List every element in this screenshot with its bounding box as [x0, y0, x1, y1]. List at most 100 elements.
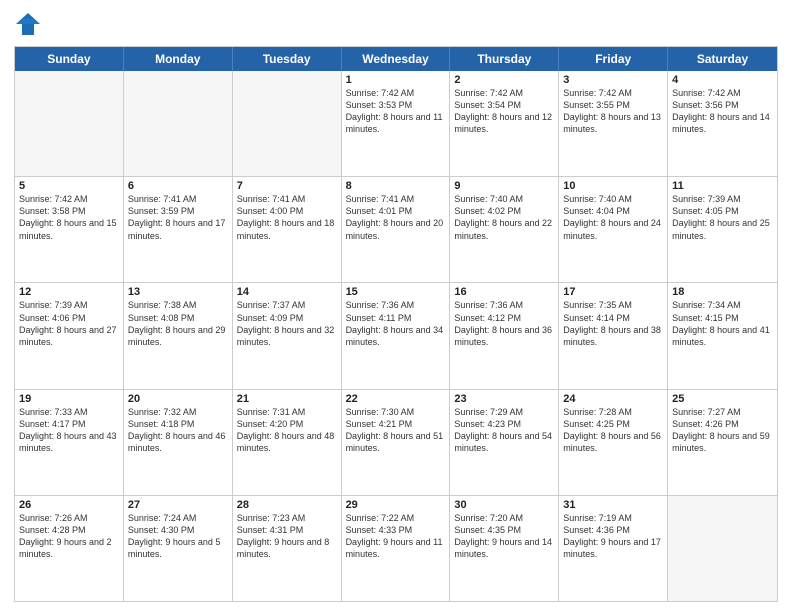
- cal-cell: 1Sunrise: 7:42 AM Sunset: 3:53 PM Daylig…: [342, 71, 451, 176]
- day-number: 12: [19, 286, 119, 298]
- cal-week-4: 19Sunrise: 7:33 AM Sunset: 4:17 PM Dayli…: [15, 389, 777, 495]
- cell-info: Sunrise: 7:20 AM Sunset: 4:35 PM Dayligh…: [454, 512, 554, 561]
- cal-cell: 22Sunrise: 7:30 AM Sunset: 4:21 PM Dayli…: [342, 390, 451, 495]
- day-number: 13: [128, 286, 228, 298]
- cell-info: Sunrise: 7:41 AM Sunset: 4:01 PM Dayligh…: [346, 193, 446, 242]
- cal-cell: 8Sunrise: 7:41 AM Sunset: 4:01 PM Daylig…: [342, 177, 451, 282]
- cal-cell: 2Sunrise: 7:42 AM Sunset: 3:54 PM Daylig…: [450, 71, 559, 176]
- cell-info: Sunrise: 7:31 AM Sunset: 4:20 PM Dayligh…: [237, 406, 337, 455]
- cell-info: Sunrise: 7:41 AM Sunset: 3:59 PM Dayligh…: [128, 193, 228, 242]
- cell-info: Sunrise: 7:32 AM Sunset: 4:18 PM Dayligh…: [128, 406, 228, 455]
- cell-info: Sunrise: 7:27 AM Sunset: 4:26 PM Dayligh…: [672, 406, 773, 455]
- day-number: 29: [346, 499, 446, 511]
- cal-week-1: 1Sunrise: 7:42 AM Sunset: 3:53 PM Daylig…: [15, 71, 777, 176]
- day-number: 2: [454, 74, 554, 86]
- cell-info: Sunrise: 7:39 AM Sunset: 4:06 PM Dayligh…: [19, 299, 119, 348]
- cal-cell: 24Sunrise: 7:28 AM Sunset: 4:25 PM Dayli…: [559, 390, 668, 495]
- day-number: 9: [454, 180, 554, 192]
- day-number: 26: [19, 499, 119, 511]
- day-number: 30: [454, 499, 554, 511]
- cal-header-thursday: Thursday: [450, 47, 559, 71]
- cell-info: Sunrise: 7:42 AM Sunset: 3:56 PM Dayligh…: [672, 87, 773, 136]
- day-number: 31: [563, 499, 663, 511]
- cal-cell: 15Sunrise: 7:36 AM Sunset: 4:11 PM Dayli…: [342, 283, 451, 388]
- cell-info: Sunrise: 7:38 AM Sunset: 4:08 PM Dayligh…: [128, 299, 228, 348]
- cell-info: Sunrise: 7:22 AM Sunset: 4:33 PM Dayligh…: [346, 512, 446, 561]
- day-number: 3: [563, 74, 663, 86]
- day-number: 6: [128, 180, 228, 192]
- day-number: 1: [346, 74, 446, 86]
- cal-week-2: 5Sunrise: 7:42 AM Sunset: 3:58 PM Daylig…: [15, 176, 777, 282]
- cal-cell: 21Sunrise: 7:31 AM Sunset: 4:20 PM Dayli…: [233, 390, 342, 495]
- cal-header-saturday: Saturday: [668, 47, 777, 71]
- cell-info: Sunrise: 7:35 AM Sunset: 4:14 PM Dayligh…: [563, 299, 663, 348]
- cell-info: Sunrise: 7:24 AM Sunset: 4:30 PM Dayligh…: [128, 512, 228, 561]
- day-number: 14: [237, 286, 337, 298]
- cal-cell: 20Sunrise: 7:32 AM Sunset: 4:18 PM Dayli…: [124, 390, 233, 495]
- cell-info: Sunrise: 7:40 AM Sunset: 4:04 PM Dayligh…: [563, 193, 663, 242]
- day-number: 10: [563, 180, 663, 192]
- calendar-header-row: SundayMondayTuesdayWednesdayThursdayFrid…: [15, 47, 777, 71]
- cell-info: Sunrise: 7:33 AM Sunset: 4:17 PM Dayligh…: [19, 406, 119, 455]
- cal-cell: 31Sunrise: 7:19 AM Sunset: 4:36 PM Dayli…: [559, 496, 668, 601]
- day-number: 7: [237, 180, 337, 192]
- cell-info: Sunrise: 7:42 AM Sunset: 3:53 PM Dayligh…: [346, 87, 446, 136]
- cell-info: Sunrise: 7:37 AM Sunset: 4:09 PM Dayligh…: [237, 299, 337, 348]
- cell-info: Sunrise: 7:42 AM Sunset: 3:54 PM Dayligh…: [454, 87, 554, 136]
- cell-info: Sunrise: 7:23 AM Sunset: 4:31 PM Dayligh…: [237, 512, 337, 561]
- cal-header-friday: Friday: [559, 47, 668, 71]
- day-number: 21: [237, 393, 337, 405]
- cal-cell: 30Sunrise: 7:20 AM Sunset: 4:35 PM Dayli…: [450, 496, 559, 601]
- cell-info: Sunrise: 7:19 AM Sunset: 4:36 PM Dayligh…: [563, 512, 663, 561]
- day-number: 19: [19, 393, 119, 405]
- cell-info: Sunrise: 7:29 AM Sunset: 4:23 PM Dayligh…: [454, 406, 554, 455]
- cal-week-3: 12Sunrise: 7:39 AM Sunset: 4:06 PM Dayli…: [15, 282, 777, 388]
- cal-week-5: 26Sunrise: 7:26 AM Sunset: 4:28 PM Dayli…: [15, 495, 777, 601]
- cal-cell: 10Sunrise: 7:40 AM Sunset: 4:04 PM Dayli…: [559, 177, 668, 282]
- cell-info: Sunrise: 7:42 AM Sunset: 3:58 PM Dayligh…: [19, 193, 119, 242]
- cal-header-sunday: Sunday: [15, 47, 124, 71]
- cal-cell: 12Sunrise: 7:39 AM Sunset: 4:06 PM Dayli…: [15, 283, 124, 388]
- cal-header-monday: Monday: [124, 47, 233, 71]
- cal-cell: 28Sunrise: 7:23 AM Sunset: 4:31 PM Dayli…: [233, 496, 342, 601]
- cell-info: Sunrise: 7:34 AM Sunset: 4:15 PM Dayligh…: [672, 299, 773, 348]
- cal-cell: [233, 71, 342, 176]
- cal-header-wednesday: Wednesday: [342, 47, 451, 71]
- cal-cell: 11Sunrise: 7:39 AM Sunset: 4:05 PM Dayli…: [668, 177, 777, 282]
- day-number: 15: [346, 286, 446, 298]
- cal-cell: 18Sunrise: 7:34 AM Sunset: 4:15 PM Dayli…: [668, 283, 777, 388]
- cal-cell: 3Sunrise: 7:42 AM Sunset: 3:55 PM Daylig…: [559, 71, 668, 176]
- day-number: 11: [672, 180, 773, 192]
- day-number: 24: [563, 393, 663, 405]
- cal-cell: [668, 496, 777, 601]
- cal-cell: 29Sunrise: 7:22 AM Sunset: 4:33 PM Dayli…: [342, 496, 451, 601]
- cal-cell: [15, 71, 124, 176]
- day-number: 5: [19, 180, 119, 192]
- day-number: 23: [454, 393, 554, 405]
- logo-icon: [14, 10, 42, 38]
- cell-info: Sunrise: 7:39 AM Sunset: 4:05 PM Dayligh…: [672, 193, 773, 242]
- cal-cell: 19Sunrise: 7:33 AM Sunset: 4:17 PM Dayli…: [15, 390, 124, 495]
- day-number: 16: [454, 286, 554, 298]
- logo: [14, 10, 46, 38]
- cell-info: Sunrise: 7:30 AM Sunset: 4:21 PM Dayligh…: [346, 406, 446, 455]
- cal-cell: 16Sunrise: 7:36 AM Sunset: 4:12 PM Dayli…: [450, 283, 559, 388]
- cell-info: Sunrise: 7:42 AM Sunset: 3:55 PM Dayligh…: [563, 87, 663, 136]
- day-number: 17: [563, 286, 663, 298]
- cell-info: Sunrise: 7:41 AM Sunset: 4:00 PM Dayligh…: [237, 193, 337, 242]
- cal-cell: 7Sunrise: 7:41 AM Sunset: 4:00 PM Daylig…: [233, 177, 342, 282]
- cal-cell: 13Sunrise: 7:38 AM Sunset: 4:08 PM Dayli…: [124, 283, 233, 388]
- header: [14, 10, 778, 38]
- cal-cell: 6Sunrise: 7:41 AM Sunset: 3:59 PM Daylig…: [124, 177, 233, 282]
- cal-cell: 17Sunrise: 7:35 AM Sunset: 4:14 PM Dayli…: [559, 283, 668, 388]
- cell-info: Sunrise: 7:36 AM Sunset: 4:12 PM Dayligh…: [454, 299, 554, 348]
- day-number: 4: [672, 74, 773, 86]
- cal-cell: 4Sunrise: 7:42 AM Sunset: 3:56 PM Daylig…: [668, 71, 777, 176]
- page: SundayMondayTuesdayWednesdayThursdayFrid…: [0, 0, 792, 612]
- cal-cell: 27Sunrise: 7:24 AM Sunset: 4:30 PM Dayli…: [124, 496, 233, 601]
- cal-cell: 14Sunrise: 7:37 AM Sunset: 4:09 PM Dayli…: [233, 283, 342, 388]
- cal-cell: 9Sunrise: 7:40 AM Sunset: 4:02 PM Daylig…: [450, 177, 559, 282]
- cal-cell: [124, 71, 233, 176]
- cal-cell: 23Sunrise: 7:29 AM Sunset: 4:23 PM Dayli…: [450, 390, 559, 495]
- cal-cell: 26Sunrise: 7:26 AM Sunset: 4:28 PM Dayli…: [15, 496, 124, 601]
